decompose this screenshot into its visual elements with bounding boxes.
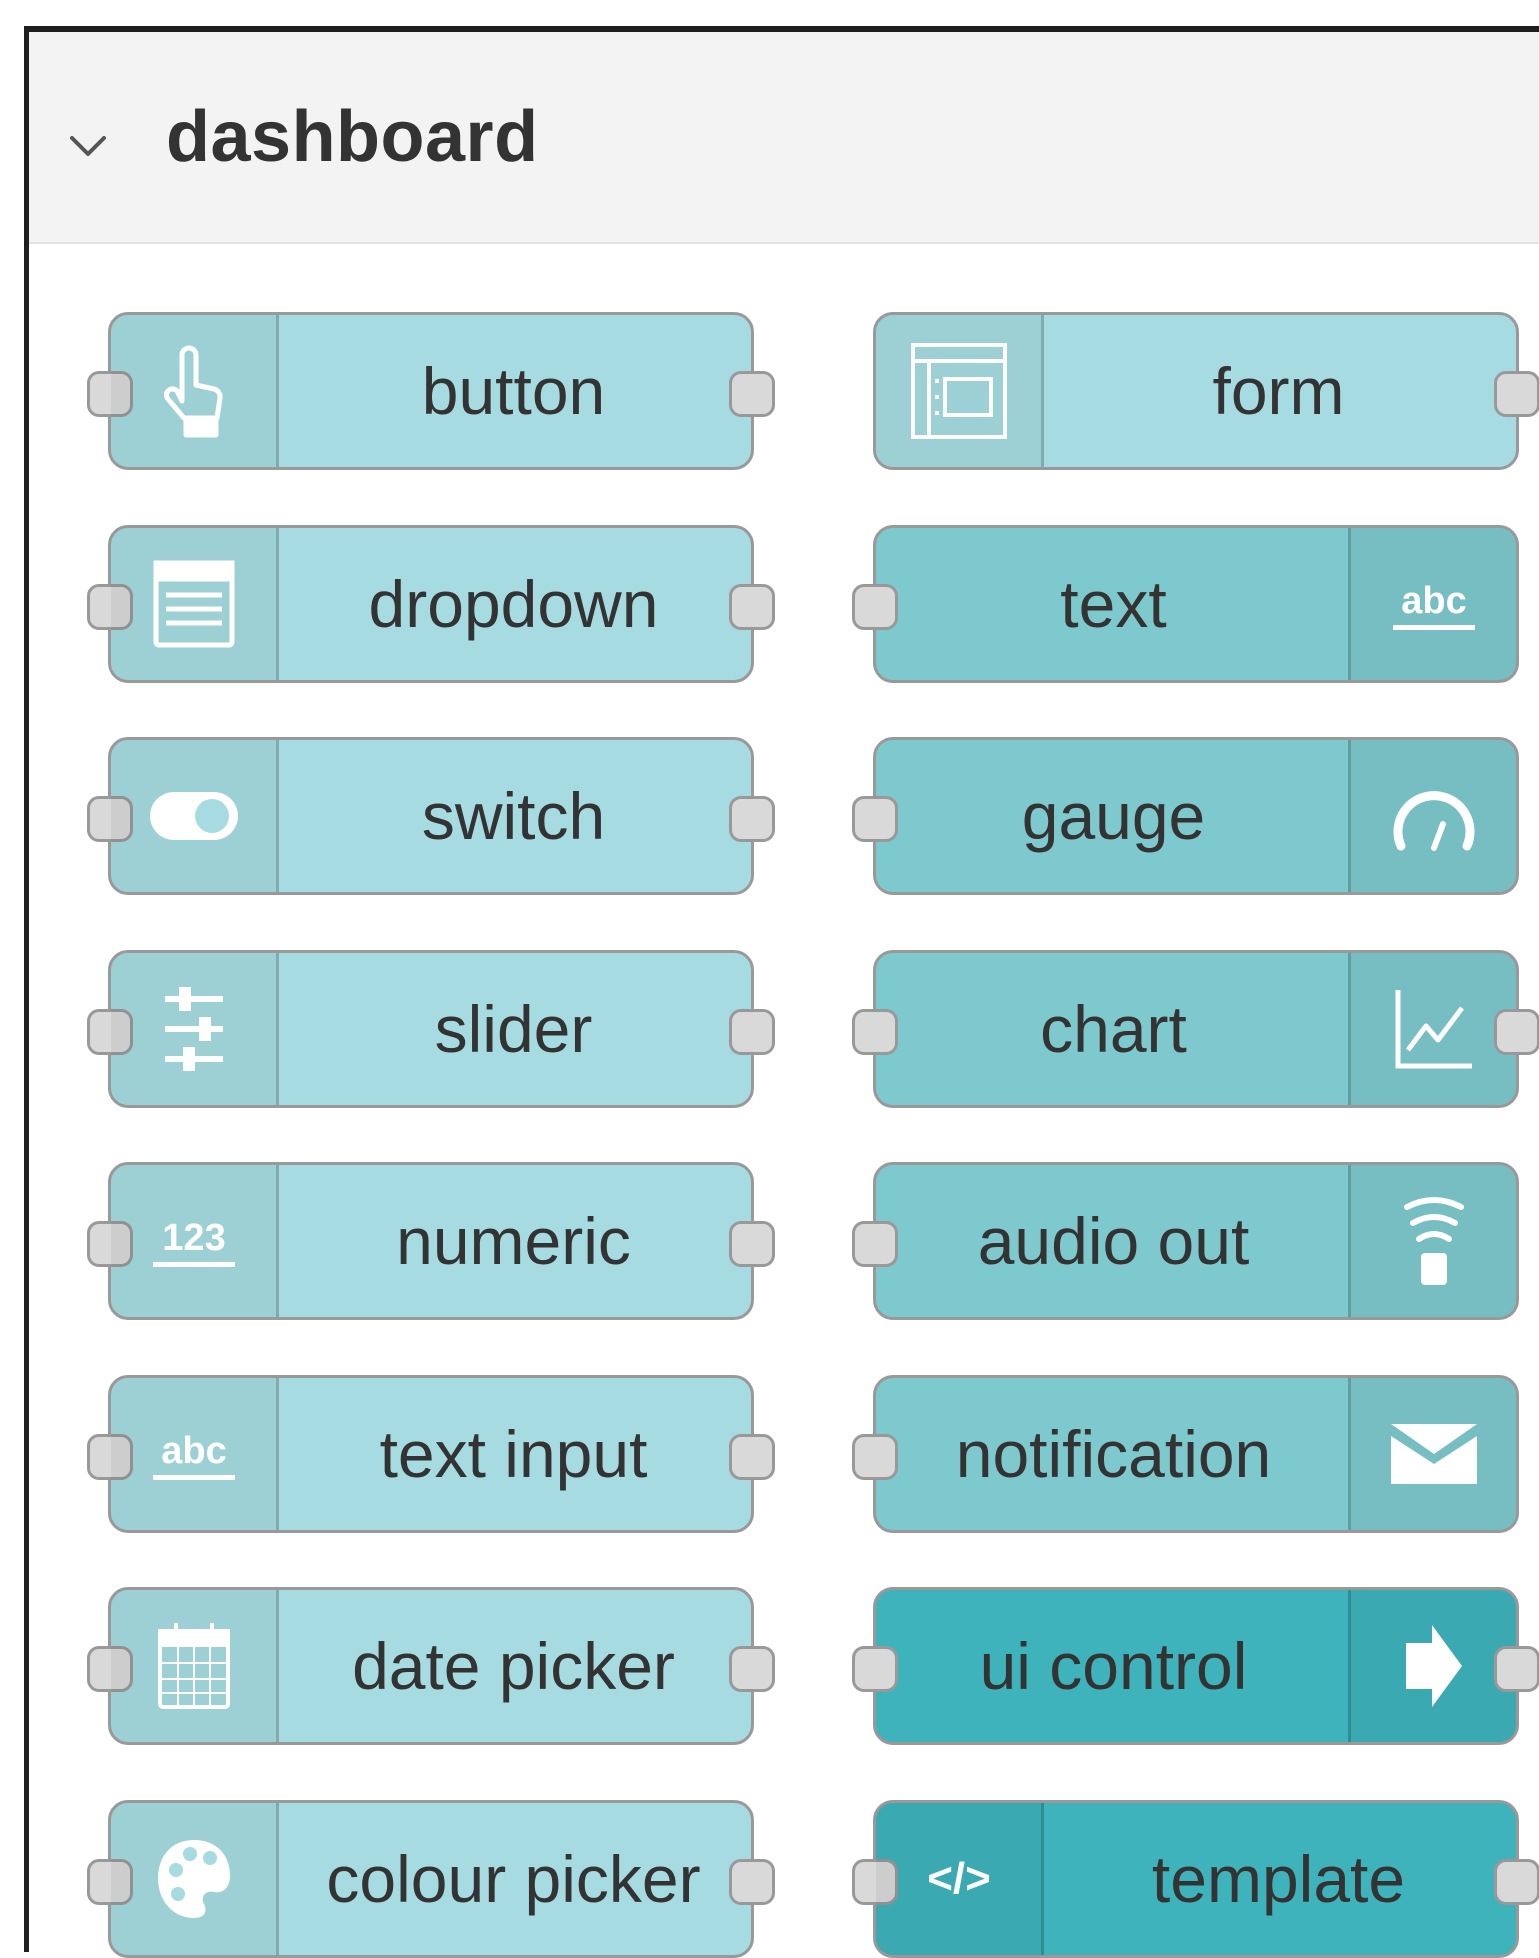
node-label: dropdown (368, 567, 659, 641)
output-port[interactable] (1494, 1646, 1539, 1692)
svg-text:abc: abc (1401, 580, 1466, 622)
node-numeric[interactable]: 123 numeric (87, 1162, 775, 1320)
output-port[interactable] (729, 371, 775, 417)
node-switch[interactable]: switch (87, 737, 775, 895)
node-ui-control[interactable]: ui control (852, 1587, 1539, 1745)
output-port[interactable] (1494, 1009, 1539, 1055)
node-dropdown[interactable]: dropdown (87, 525, 775, 683)
output-port[interactable] (729, 584, 775, 630)
node-label: button (421, 354, 606, 428)
node-form[interactable]: form (873, 312, 1539, 470)
output-port[interactable] (729, 1859, 775, 1905)
code-icon: </> (876, 1803, 1044, 1955)
node-label: text (1060, 567, 1167, 641)
audio-signal-icon (1348, 1165, 1516, 1317)
output-port[interactable] (729, 796, 775, 842)
node-label: text input (379, 1417, 648, 1491)
svg-text:abc: abc (161, 1430, 226, 1472)
line-chart-icon (1348, 953, 1516, 1105)
node-label: template (1151, 1842, 1406, 1916)
node-label: numeric (396, 1204, 631, 1278)
node-label: slider (434, 992, 593, 1066)
node-slider[interactable]: slider (87, 950, 775, 1108)
svg-text:123: 123 (162, 1217, 225, 1259)
toggle-icon (111, 740, 279, 892)
numeric-icon: 123 (111, 1165, 279, 1317)
node-label: gauge (1021, 779, 1206, 853)
node-label: switch (421, 779, 606, 853)
panel-border-left (24, 26, 29, 1952)
svg-text:</>: </> (927, 1854, 991, 1903)
node-label: colour picker (326, 1842, 701, 1916)
sliders-icon (111, 953, 279, 1105)
chevron-down-icon[interactable] (60, 118, 116, 174)
gauge-icon (1348, 740, 1516, 892)
output-port[interactable] (729, 1646, 775, 1692)
node-button[interactable]: button (87, 312, 775, 470)
node-colour-picker[interactable]: colour picker (87, 1800, 775, 1958)
output-port[interactable] (729, 1434, 775, 1480)
node-label: date picker (352, 1629, 675, 1703)
node-notification[interactable]: notification (852, 1375, 1519, 1533)
envelope-icon (1348, 1378, 1516, 1530)
node-gauge[interactable]: gauge (852, 737, 1519, 895)
palette-icon (111, 1803, 279, 1955)
node-label: audio out (977, 1204, 1250, 1278)
output-port[interactable] (729, 1009, 775, 1055)
node-date-picker[interactable]: date picker (87, 1587, 775, 1745)
abc-icon: abc (1348, 528, 1516, 680)
list-icon (111, 528, 279, 680)
node-audio-out[interactable]: audio out (852, 1162, 1519, 1320)
node-text[interactable]: text abc (852, 525, 1519, 683)
node-label: notification (955, 1417, 1272, 1491)
output-port[interactable] (729, 1221, 775, 1267)
output-port[interactable] (1494, 1859, 1539, 1905)
arrow-right-icon (1348, 1590, 1516, 1742)
palette-category-title: dashboard (166, 97, 539, 177)
form-icon (876, 315, 1044, 467)
node-label: form (1212, 354, 1345, 428)
node-label: chart (1040, 992, 1187, 1066)
node-label: ui control (979, 1629, 1248, 1703)
output-port[interactable] (1494, 371, 1539, 417)
hand-pointer-icon (111, 315, 279, 467)
node-chart[interactable]: chart (852, 950, 1539, 1108)
node-text-input[interactable]: abc text input (87, 1375, 775, 1533)
abc-icon: abc (111, 1378, 279, 1530)
node-template[interactable]: </> template (852, 1800, 1539, 1958)
calendar-icon (111, 1590, 279, 1742)
